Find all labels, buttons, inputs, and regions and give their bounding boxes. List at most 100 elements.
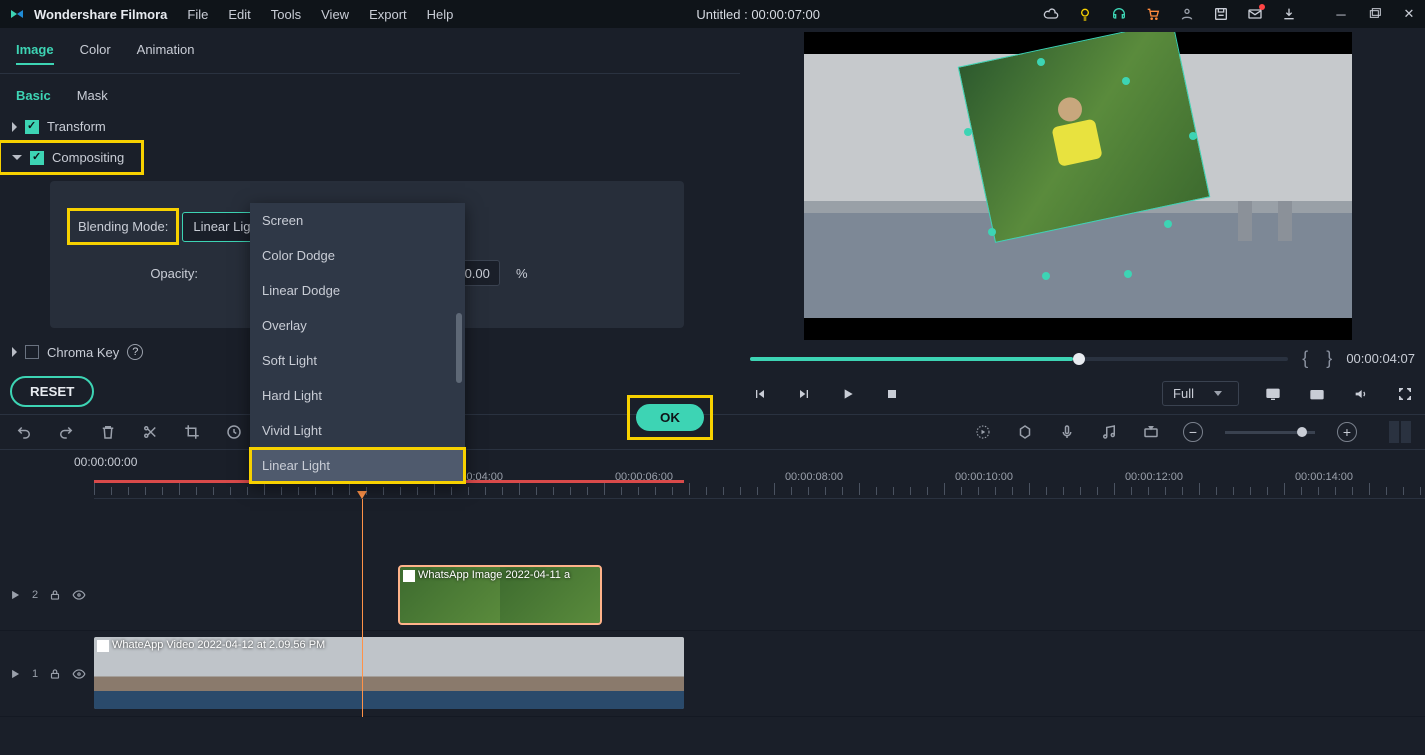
app-name: Wondershare Filmora (34, 7, 167, 22)
mark-out-icon[interactable]: } (1326, 348, 1332, 369)
zoom-slider[interactable] (1225, 431, 1315, 434)
quality-select[interactable]: Full (1162, 381, 1239, 406)
letterbox-bottom (804, 318, 1352, 340)
ok-button[interactable]: OK (636, 404, 704, 431)
ok-button-highlight: OK (630, 398, 710, 437)
lock-icon[interactable] (48, 588, 62, 602)
option-linear-light[interactable]: Linear Light (250, 448, 465, 483)
selection-handle[interactable] (1189, 132, 1197, 140)
compositing-checkbox[interactable] (30, 151, 44, 165)
maximize-icon[interactable] (1367, 6, 1383, 22)
mark-in-icon[interactable]: { (1302, 348, 1308, 369)
step-back-icon[interactable] (750, 384, 770, 404)
save-icon[interactable] (1213, 6, 1229, 22)
help-icon[interactable]: ? (127, 344, 143, 360)
menu-file[interactable]: File (187, 7, 208, 22)
menu-edit[interactable]: Edit (228, 7, 250, 22)
selection-handle[interactable] (1037, 58, 1045, 66)
display-icon[interactable] (1263, 384, 1283, 404)
undo-icon[interactable] (14, 422, 34, 442)
minimize-icon[interactable]: ─ (1333, 6, 1349, 22)
option-linear-dodge[interactable]: Linear Dodge (250, 273, 465, 308)
delete-icon[interactable] (98, 422, 118, 442)
ruler-label: 00:00:14:00 (1295, 471, 1353, 483)
keyframe-icon[interactable] (1141, 422, 1161, 442)
overlay-clip[interactable]: WhatsApp Image 2022-04-11 a (400, 567, 600, 623)
project-title: Untitled : 00:00:07:00 (473, 7, 1043, 22)
eye-icon[interactable] (72, 667, 86, 681)
fullscreen-icon[interactable] (1395, 384, 1415, 404)
cut-icon[interactable] (140, 422, 160, 442)
zoom-in-icon[interactable]: + (1337, 422, 1357, 442)
dropdown-scrollbar[interactable] (456, 313, 462, 383)
preview-viewport[interactable] (804, 32, 1352, 340)
snapshot-icon[interactable] (1307, 384, 1327, 404)
seek-thumb[interactable] (1073, 353, 1085, 365)
video-track-1: 1 WhateApp Video 2022-04-12 at 2.09.56 P… (0, 631, 1425, 717)
quality-value: Full (1173, 386, 1194, 401)
tab-animation[interactable]: Animation (137, 42, 195, 65)
cart-icon[interactable] (1145, 6, 1161, 22)
idea-icon[interactable] (1077, 6, 1093, 22)
zoom-out-icon[interactable]: − (1183, 422, 1203, 442)
main-video-clip[interactable]: WhateApp Video 2022-04-12 at 2.09.56 PM (94, 637, 684, 709)
section-compositing[interactable]: Compositing (0, 142, 142, 173)
option-vivid-light[interactable]: Vivid Light (250, 413, 465, 448)
download-icon[interactable] (1281, 6, 1297, 22)
playhead[interactable] (362, 499, 363, 717)
option-hard-light[interactable]: Hard Light (250, 378, 465, 413)
titlebar: Wondershare Filmora File Edit Tools View… (0, 0, 1425, 28)
user-icon[interactable] (1179, 6, 1195, 22)
support-icon[interactable] (1111, 6, 1127, 22)
preview-seekbar[interactable] (750, 357, 1288, 361)
blending-mode-label: Blending Mode: (70, 211, 176, 242)
bridge-pillar (1278, 201, 1292, 241)
chroma-checkbox[interactable] (25, 345, 39, 359)
menu-export[interactable]: Export (369, 7, 407, 22)
video-track-2: 2 WhatsApp Image 2022-04-11 a (0, 559, 1425, 631)
subtab-basic[interactable]: Basic (16, 88, 51, 103)
stop-icon[interactable] (882, 384, 902, 404)
volume-icon[interactable] (1351, 384, 1371, 404)
selection-handle[interactable] (988, 228, 996, 236)
selection-handle[interactable] (1042, 272, 1050, 280)
timeline-mini-icon[interactable] (1389, 421, 1411, 443)
tab-color[interactable]: Color (80, 42, 111, 65)
selection-handle[interactable] (1124, 270, 1132, 278)
selection-handle[interactable] (1122, 77, 1130, 85)
blend-mode-dropdown[interactable]: Screen Color Dodge Linear Dodge Overlay … (250, 203, 465, 483)
properties-panel: Image Color Animation Basic Mask Transfo… (0, 28, 740, 414)
menu-view[interactable]: View (321, 7, 349, 22)
eye-icon[interactable] (72, 588, 86, 602)
close-icon[interactable]: ✕ (1401, 6, 1417, 22)
marker-icon[interactable] (1015, 422, 1035, 442)
cloud-icon[interactable] (1043, 6, 1059, 22)
step-fwd-icon[interactable] (794, 384, 814, 404)
lock-icon[interactable] (48, 667, 62, 681)
render-icon[interactable] (973, 422, 993, 442)
audio-mixer-icon[interactable] (1099, 422, 1119, 442)
option-overlay[interactable]: Overlay (250, 308, 465, 343)
option-screen[interactable]: Screen (250, 203, 465, 238)
menu-tools[interactable]: Tools (271, 7, 301, 22)
transform-label: Transform (47, 119, 106, 134)
selection-handle[interactable] (964, 128, 972, 136)
section-transform[interactable]: Transform (0, 111, 740, 142)
transform-checkbox[interactable] (25, 120, 39, 134)
option-soft-light[interactable]: Soft Light (250, 343, 465, 378)
subtab-mask[interactable]: Mask (77, 88, 108, 103)
redo-icon[interactable] (56, 422, 76, 442)
audio-waveform (94, 691, 684, 709)
menu-help[interactable]: Help (427, 7, 454, 22)
zoom-thumb[interactable] (1297, 427, 1307, 437)
mail-icon[interactable] (1247, 6, 1263, 22)
collapse-icon (12, 155, 22, 160)
reset-button[interactable]: RESET (10, 376, 94, 407)
tab-image[interactable]: Image (16, 42, 54, 65)
selection-handle[interactable] (1164, 220, 1172, 228)
option-color-dodge[interactable]: Color Dodge (250, 238, 465, 273)
play-icon[interactable] (838, 384, 858, 404)
voiceover-icon[interactable] (1057, 422, 1077, 442)
speed-icon[interactable] (224, 422, 244, 442)
crop-icon[interactable] (182, 422, 202, 442)
